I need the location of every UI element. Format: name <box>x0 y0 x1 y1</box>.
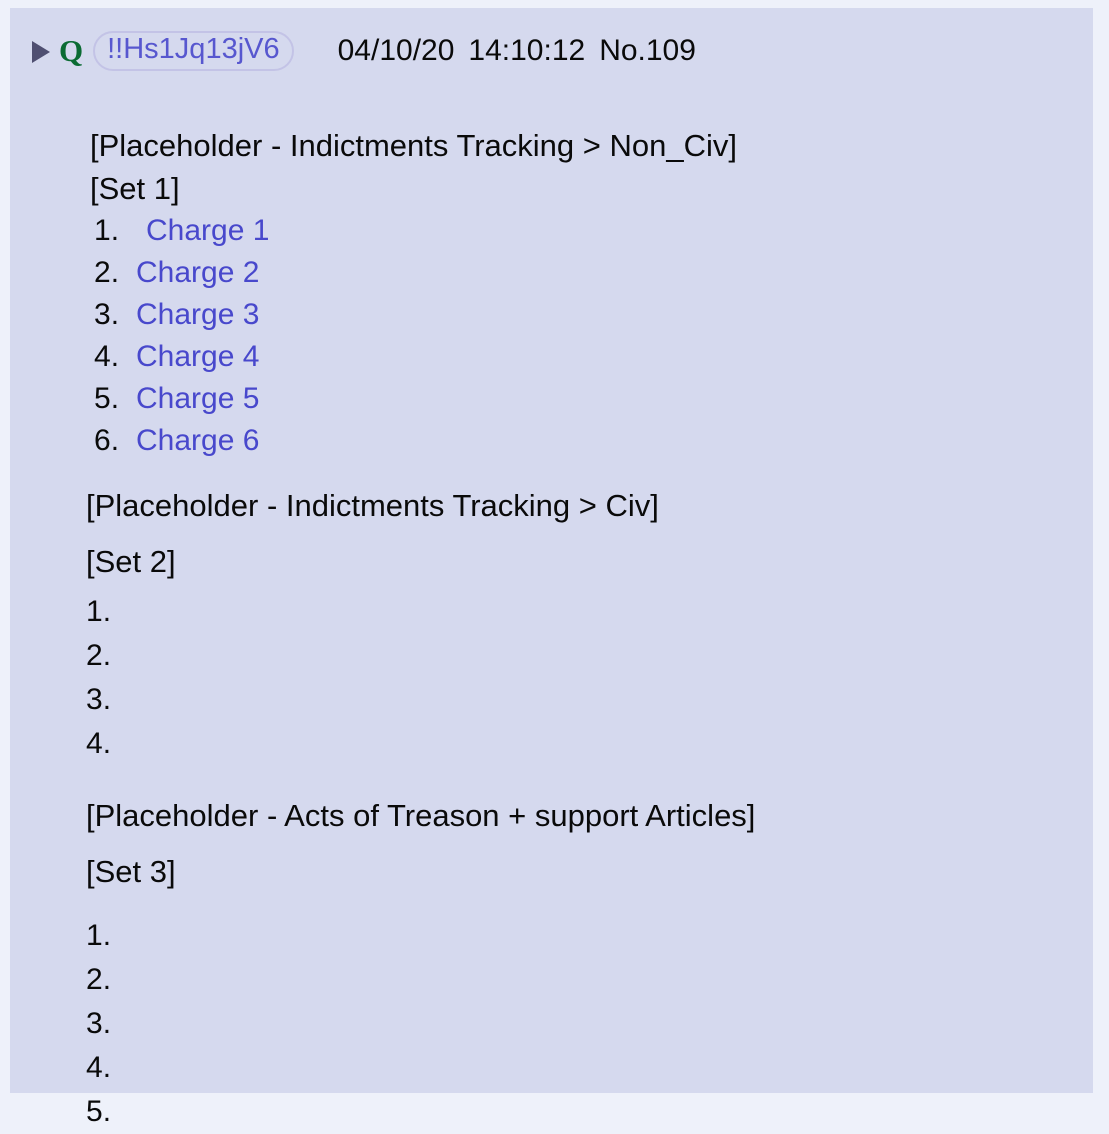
blank-list <box>10 900 1093 1134</box>
post-body: [Placeholder - Indictments Tracking > No… <box>10 86 1093 1134</box>
set-label: [Set 2] <box>86 544 176 579</box>
list-item <box>10 634 1093 678</box>
section-set-3: [Placeholder - Acts of Treason + support… <box>10 766 1093 1134</box>
list-item <box>10 914 1093 958</box>
post-container: Q !!Hs1Jq13jV6 04/10/20 14:10:12 No.109 [P… <box>10 8 1093 1093</box>
list-item <box>10 1090 1093 1134</box>
post-author-name: Q <box>59 33 84 68</box>
charge-link[interactable]: Charge 1 <box>146 210 269 252</box>
post-header: Q !!Hs1Jq13jV6 04/10/20 14:10:12 No.109 <box>32 28 696 74</box>
post-number[interactable]: No.109 <box>599 34 696 67</box>
post-time: 14:10:12 <box>468 34 586 67</box>
charge-link[interactable]: Charge 2 <box>136 252 259 294</box>
list-item <box>10 958 1093 1002</box>
section-set-1: [Placeholder - Indictments Tracking > No… <box>10 86 1093 462</box>
list-item: Charge 5 <box>10 378 1093 420</box>
list-item: Charge 6 <box>10 420 1093 462</box>
charge-link[interactable]: Charge 3 <box>136 294 259 336</box>
post-meta: 04/10/20 14:10:12 No.109 <box>338 34 696 68</box>
placeholder-line: [Placeholder - Acts of Treason + support… <box>86 798 756 833</box>
list-item <box>10 678 1093 722</box>
list-item: Charge 2 <box>10 252 1093 294</box>
charge-link[interactable]: Charge 6 <box>136 420 259 462</box>
blank-list <box>10 590 1093 766</box>
list-item: Charge 1 <box>10 210 1093 252</box>
placeholder-line: [Placeholder - Indictments Tracking > No… <box>90 128 737 163</box>
set-label: [Set 1] <box>90 171 180 206</box>
list-item <box>10 722 1093 766</box>
placeholder-line: [Placeholder - Indictments Tracking > Ci… <box>86 488 659 523</box>
list-item: Charge 4 <box>10 336 1093 378</box>
list-item <box>10 1046 1093 1090</box>
charge-link[interactable]: Charge 5 <box>136 378 259 420</box>
charge-list: Charge 1 Charge 2 Charge 3 Charge 4 Char… <box>10 210 1093 462</box>
triangle-right-icon[interactable] <box>32 41 50 63</box>
list-item: Charge 3 <box>10 294 1093 336</box>
section-set-2: [Placeholder - Indictments Tracking > Ci… <box>10 462 1093 766</box>
set-label: [Set 3] <box>86 854 176 889</box>
post-date: 04/10/20 <box>337 34 455 67</box>
charge-link[interactable]: Charge 4 <box>136 336 259 378</box>
list-item <box>10 1002 1093 1046</box>
post-tripcode[interactable]: !!Hs1Jq13jV6 <box>93 31 294 71</box>
list-item <box>10 590 1093 634</box>
